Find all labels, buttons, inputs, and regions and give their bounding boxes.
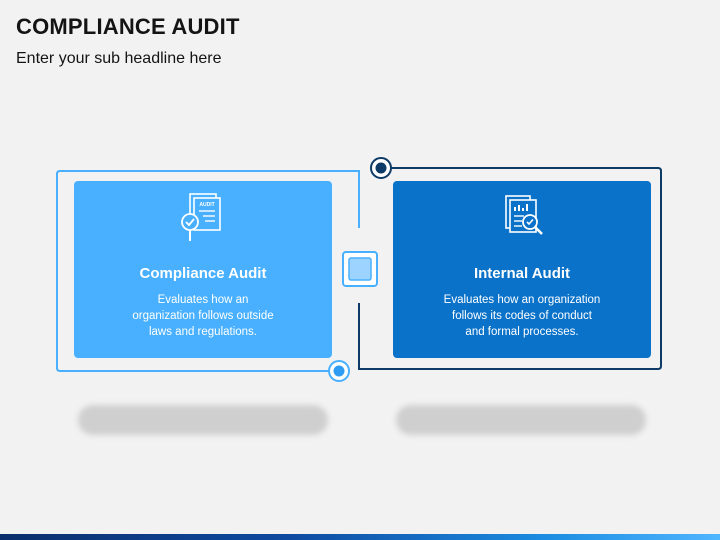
left-placeholder-shadow <box>78 405 328 435</box>
right-placeholder-shadow <box>396 405 646 435</box>
internal-audit-heading: Internal Audit <box>473 265 571 282</box>
description-line: Evaluates how an <box>157 294 249 306</box>
audit-document-check-icon: AUDIT <box>181 193 221 241</box>
bottom-node-dot <box>333 365 345 377</box>
internal-audit-card: Internal Audit Evaluates how an organiza… <box>393 181 651 358</box>
description-line: and formal processes. <box>465 326 579 338</box>
description-line: laws and regulations. <box>148 326 258 338</box>
audit-icon-label: AUDIT <box>199 202 214 208</box>
compliance-audit-heading: Compliance Audit <box>139 265 267 282</box>
report-magnifier-icon <box>505 195 543 235</box>
description-line: Evaluates how an organization <box>443 294 601 306</box>
compliance-audit-description: Evaluates how an organization follows ou… <box>102 292 304 340</box>
center-square-inner <box>348 257 372 281</box>
internal-audit-description: Evaluates how an organization follows it… <box>421 292 623 340</box>
top-node-dot <box>375 162 387 174</box>
compliance-audit-card: AUDIT Compliance Audit Evaluates how an … <box>74 181 332 358</box>
description-line: organization follows outside <box>132 310 274 322</box>
footer-gradient-bar <box>0 534 720 540</box>
description-line: follows its codes of conduct <box>452 310 592 322</box>
